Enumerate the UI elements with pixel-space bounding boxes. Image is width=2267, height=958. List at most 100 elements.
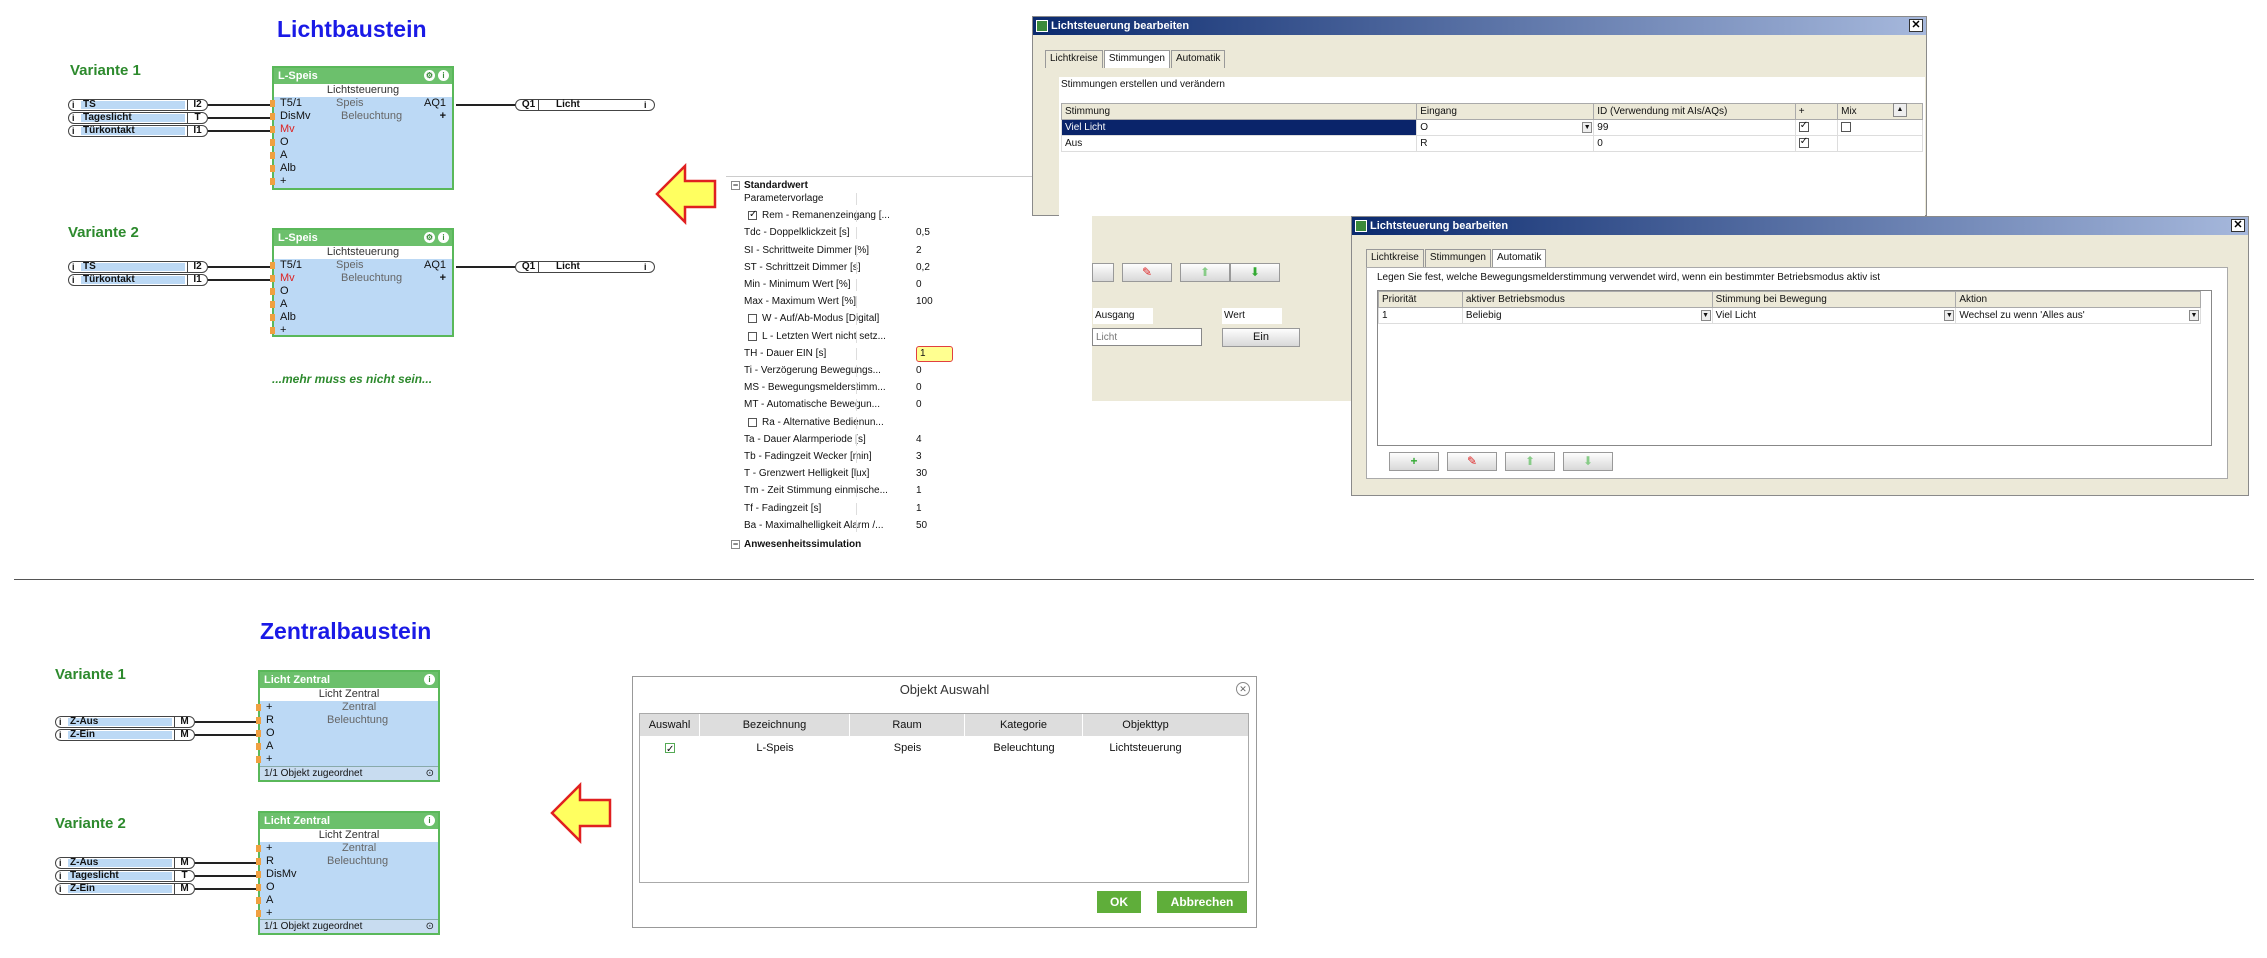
output-add[interactable]: + [440,110,446,123]
info-icon[interactable]: i [438,70,449,81]
property-row[interactable]: Tdc - Doppelklickzeit [s] 0,5 [726,227,1092,240]
add-button[interactable]: + [1389,452,1439,471]
stimmung-cell[interactable]: Viel Licht [1060,119,1418,136]
col-plus[interactable]: + [1794,103,1839,120]
add-button-partial[interactable] [1092,263,1114,282]
property-row[interactable]: ST - Schrittzeit Dimmer [s] 0,2 [726,261,1092,274]
checkbox[interactable] [1841,122,1852,133]
lspeis-block-v2[interactable]: L-Speis ⚙ i Lichtsteuerung Speis Beleuch… [270,228,454,337]
property-value[interactable]: 0 [916,279,922,291]
aktion-cell[interactable]: Wechsel zu wenn 'Alles aus' ▼ [1955,307,2201,324]
col-mix[interactable]: Mix [1837,103,1923,120]
property-row[interactable]: T - Grenzwert Helligkeit [lux] 30 [726,468,1092,481]
zentral-block-v2[interactable]: Licht Zentral i Licht Zentral Zentral Be… [256,811,440,935]
info-icon[interactable]: i [59,858,62,868]
move-up-button[interactable]: ⬆ [1180,263,1230,282]
property-value[interactable]: 0 [916,365,922,377]
section-anwesenheit[interactable]: − Anwesenheitssimulation [726,539,1092,551]
scroll-up-icon[interactable]: ▲ [1893,103,1907,117]
collapse-icon[interactable]: − [731,181,740,190]
property-row[interactable]: Ti - Verzögerung Bewegungs... 0 [726,365,1092,377]
table-row[interactable]: 1 Beliebig ▼ Viel Licht ▼ Wechsel zu wenn … [1378,307,2201,324]
property-row[interactable]: Ta - Dauer Alarmperiode [s] 4 [726,433,1092,446]
tab-automatik[interactable]: Automatik [1170,50,1226,68]
checkbox[interactable] [665,741,675,759]
property-row[interactable]: Tm - Zeit Stimmung einmische... 1 [726,485,1092,498]
input-connector[interactable]: i Z-Ein M [55,883,195,895]
property-value[interactable]: 2 [916,245,922,257]
property-row[interactable]: Tf - Fadingzeit [s] 1 [726,502,1092,515]
output-connector[interactable]: Q1 Licht i [515,261,655,273]
settings-icon[interactable]: ⚙ [424,70,435,81]
col-bezeichnung[interactable]: Bezeichnung [700,714,850,736]
property-row[interactable]: Ra - Alternative Bedienun... [726,416,1092,429]
input-connector[interactable]: i Türkontakt I1 [68,125,208,137]
property-value[interactable]: 0,2 [916,262,930,274]
close-icon[interactable]: ✕ [1909,19,1923,32]
property-value[interactable]: 30 [916,468,927,480]
ausgang-input[interactable] [1092,328,1202,346]
property-row[interactable]: SI - Schrittweite Dimmer [%] 2 [726,244,1092,257]
close-icon[interactable]: ✕ [2231,219,2245,232]
property-value[interactable]: 3 [916,451,922,463]
checkbox[interactable] [748,331,757,341]
info-icon[interactable]: i [72,100,75,110]
input-connector[interactable]: i Tageslicht T [55,870,195,882]
lspeis-block-v1[interactable]: L-Speis ⚙ i Lichtsteuerung Speis Beleuch… [270,66,454,190]
info-icon[interactable]: i [72,126,75,136]
output-add[interactable]: + [440,272,446,285]
col-aktion[interactable]: Aktion [1955,291,2201,308]
ok-button[interactable]: OK [1097,891,1141,913]
id-cell[interactable]: 99 [1593,119,1796,136]
property-row[interactable]: TH - Dauer EIN [s] 1 [726,345,1092,362]
input-connector[interactable]: i Z-Aus M [55,857,195,869]
info-icon[interactable]: i [59,884,62,894]
property-row[interactable]: Max - Maximum Wert [%] 100 [726,296,1092,309]
property-row[interactable]: L - Letzten Wert nicht setz... [726,330,1092,343]
checkbox[interactable] [748,417,757,427]
info-icon[interactable]: i [644,262,647,272]
ein-button[interactable]: Ein [1222,328,1300,347]
eingang-cell[interactable]: R [1416,135,1595,152]
dropdown-arrow-icon[interactable]: ▼ [1700,310,1711,321]
info-icon[interactable]: i [59,717,62,727]
dropdown-arrow-icon[interactable]: ▼ [2189,310,2199,321]
property-value[interactable]: 0 [916,382,922,394]
col-stimmung[interactable]: Stimmung [1060,103,1418,120]
tab-lichtkreise[interactable]: Lichtkreise [1366,249,1424,267]
property-row[interactable]: Tb - Fadingzeit Wecker [min] 3 [726,451,1092,463]
prio-cell[interactable]: 1 [1378,307,1463,324]
input-connector[interactable]: i Z-Aus M [55,716,195,728]
property-value[interactable]: 50 [916,520,927,532]
close-icon[interactable]: ✕ [1236,682,1250,696]
tab-lichtkreise[interactable]: Lichtkreise [1045,50,1103,68]
modus-cell[interactable]: Beliebig ▼ [1461,307,1713,324]
property-row[interactable]: Ba - Maximalhelligkeit Alarm /... 50 [726,519,1092,532]
move-down-button[interactable]: ⬇ [1563,452,1613,471]
col-stimmung-bewegung[interactable]: Stimmung bei Bewegung [1711,291,1957,308]
auswahl-cell[interactable] [640,739,700,759]
info-icon[interactable]: i [72,275,75,285]
delete-button[interactable]: ✎ [1122,263,1172,282]
info-icon[interactable]: i [59,730,62,740]
dropdown-arrow-icon[interactable]: ▼ [1944,310,1955,321]
settings-icon[interactable]: ⚙ [424,232,435,243]
property-value[interactable]: 0 [916,399,922,411]
info-icon[interactable]: i [424,674,435,685]
property-value[interactable]: 100 [916,296,933,308]
mix-checkbox[interactable] [1837,135,1923,152]
id-cell[interactable]: 0 [1593,135,1796,152]
move-down-button[interactable]: ⬇ [1230,263,1280,282]
property-row[interactable]: Min - Minimum Wert [%] 0 [726,279,1092,291]
col-raum[interactable]: Raum [850,714,965,736]
tab-stimmungen[interactable]: Stimmungen [1424,249,1491,267]
plus-checkbox[interactable] [1794,135,1839,152]
property-row[interactable]: MS - Bewegungsmelderstimm... 0 [726,382,1092,395]
collapse-icon[interactable]: − [731,540,740,549]
dropdown-arrow-icon[interactable]: ▼ [1582,122,1593,133]
info-icon[interactable]: i [72,113,75,123]
input-connector[interactable]: i Z-Ein M [55,729,195,741]
property-value[interactable]: 1 [916,485,922,497]
property-value[interactable]: 1 [916,345,953,362]
cancel-button[interactable]: Abbrechen [1157,891,1247,913]
